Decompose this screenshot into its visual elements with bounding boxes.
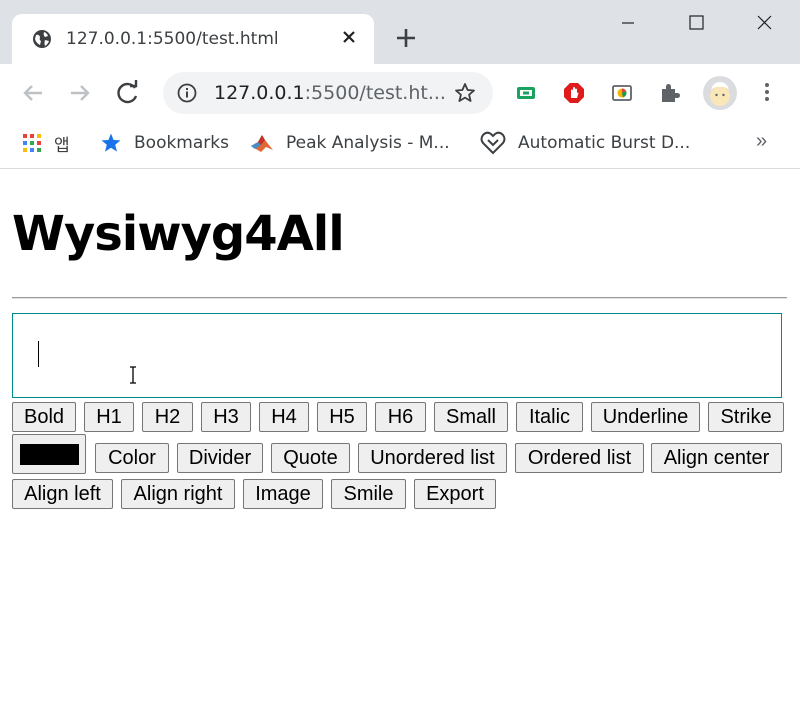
heart-outline-icon [480, 131, 506, 155]
unordered-list-button[interactable]: Unordered list [358, 443, 507, 473]
more-menu-icon[interactable] [755, 80, 779, 104]
green-extension-icon[interactable] [514, 81, 538, 105]
extensions-puzzle-icon[interactable] [658, 81, 682, 105]
h6-button[interactable]: H6 [375, 402, 426, 432]
italic-button[interactable]: Italic [516, 402, 583, 432]
apps-grid-icon [23, 134, 41, 152]
maximize-icon[interactable] [676, 8, 716, 38]
h3-button[interactable]: H3 [201, 402, 251, 432]
bookmark-peak-analysis[interactable]: Peak Analysis - M... [250, 130, 450, 156]
bookmark-label: Automatic Burst D... [518, 133, 691, 153]
small-button[interactable]: Small [434, 402, 508, 432]
url-path: :5500/test.ht... [304, 82, 446, 104]
browser-tab-bar: 127.0.0.1:5500/test.html [0, 0, 800, 64]
divider-button[interactable]: Divider [177, 443, 263, 473]
bookmarks-overflow-chevron[interactable]: » [756, 130, 767, 153]
close-tab-icon[interactable] [338, 26, 360, 48]
bookmark-apps[interactable]: 앱 [22, 130, 70, 156]
avatar-face-icon [710, 82, 730, 106]
ordered-list-button[interactable]: Ordered list [515, 443, 644, 473]
cast-extension-icon[interactable] [610, 81, 634, 105]
new-tab-icon[interactable] [392, 24, 420, 52]
wysiwyg-editor[interactable] [12, 313, 782, 398]
matlab-logo-icon [251, 135, 273, 152]
url-text: 127.0.0.1:5500/test.ht... [214, 82, 446, 104]
browser-toolbar: 127.0.0.1:5500/test.ht... [0, 64, 800, 122]
bookmarks-bar: 앱 Bookmarks Peak Analysis - M... Automat… [0, 122, 800, 169]
globe-icon [33, 30, 51, 48]
window-close-icon[interactable] [744, 8, 784, 38]
bookmark-bookmarks[interactable]: Bookmarks [100, 130, 229, 156]
text-caret [38, 341, 39, 367]
back-arrow-icon[interactable] [16, 76, 50, 110]
strike-button[interactable]: Strike [708, 402, 784, 432]
h2-button[interactable]: H2 [142, 402, 193, 432]
smile-button[interactable]: Smile [331, 479, 406, 509]
page-title: Wysiwyg4All [12, 206, 345, 262]
star-icon [101, 133, 121, 152]
horizontal-divider [12, 297, 787, 299]
bookmark-star-icon[interactable] [453, 81, 477, 105]
address-bar[interactable]: 127.0.0.1:5500/test.ht... [163, 72, 493, 114]
bookmark-automatic-burst[interactable]: Automatic Burst D... [480, 130, 690, 156]
info-icon[interactable] [177, 83, 197, 103]
align-center-button[interactable]: Align center [651, 443, 782, 473]
color-picker-input[interactable] [12, 434, 86, 474]
export-button[interactable]: Export [414, 479, 496, 509]
url-host: 127.0.0.1 [214, 82, 305, 104]
bookmark-label: Bookmarks [134, 133, 229, 153]
profile-avatar[interactable] [703, 76, 737, 110]
bold-button[interactable]: Bold [12, 402, 76, 432]
browser-tab[interactable]: 127.0.0.1:5500/test.html [12, 14, 374, 64]
h5-button[interactable]: H5 [317, 402, 367, 432]
align-right-button[interactable]: Align right [121, 479, 235, 509]
forward-arrow-icon[interactable] [63, 76, 97, 110]
underline-button[interactable]: Underline [591, 402, 700, 432]
minimize-icon[interactable] [608, 8, 648, 38]
tab-title: 127.0.0.1:5500/test.html [66, 29, 279, 49]
quote-button[interactable]: Quote [271, 443, 350, 473]
apps-label: 앱 [54, 135, 70, 156]
image-button[interactable]: Image [243, 479, 323, 509]
ibeam-cursor-icon [130, 366, 136, 384]
h4-button[interactable]: H4 [259, 402, 309, 432]
reload-icon[interactable] [111, 76, 145, 110]
align-left-button[interactable]: Align left [12, 479, 113, 509]
bookmark-label: Peak Analysis - M... [286, 133, 450, 153]
adblock-icon[interactable] [562, 81, 586, 105]
color-button[interactable]: Color [95, 443, 169, 473]
color-swatch-fill [20, 444, 79, 465]
h1-button[interactable]: H1 [84, 402, 134, 432]
